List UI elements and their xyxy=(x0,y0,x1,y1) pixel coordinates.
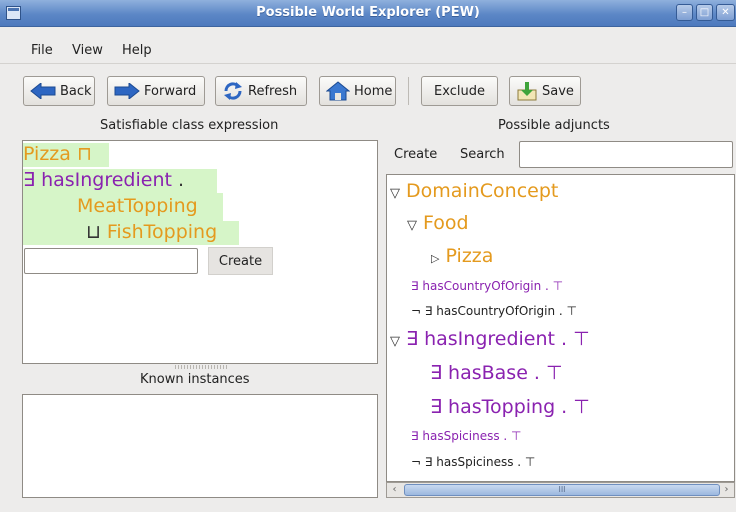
expr-fish-line: ⊔ FishTopping xyxy=(86,221,217,243)
scroll-thumb[interactable]: III xyxy=(404,484,720,496)
save-label: Save xyxy=(542,83,574,99)
tree-node-domainconcept[interactable]: ▽ DomainConcept xyxy=(390,180,558,202)
create-adjunct-button[interactable]: Create xyxy=(394,147,437,162)
scroll-right-icon[interactable]: › xyxy=(719,483,734,497)
maximize-icon[interactable]: □ xyxy=(696,4,713,21)
tree-node-not-has-spiciness[interactable]: ¬ ∃ hasSpiciness . ⊤ xyxy=(411,455,535,469)
home-label: Home xyxy=(354,83,393,99)
known-instances-list[interactable] xyxy=(22,394,378,498)
scroll-left-icon[interactable]: ‹ xyxy=(387,483,402,497)
tree-node-label: DomainConcept xyxy=(406,180,559,202)
toolbar-separator xyxy=(408,77,409,105)
tree-node-has-base[interactable]: ∃ hasBase . ⊤ xyxy=(430,362,563,384)
possible-adjuncts-header: Possible adjuncts xyxy=(498,118,610,133)
collapsed-triangle-icon[interactable]: ▷ xyxy=(431,252,439,265)
title-bar: Possible World Explorer (PEW) – □ ✕ xyxy=(0,0,736,27)
expr-and-operator: ⊓ xyxy=(76,143,92,165)
tree-node-has-country[interactable]: ∃ hasCountryOfOrigin . ⊤ xyxy=(411,279,563,293)
expr-meat-line: MeatTopping xyxy=(77,195,198,217)
expr-or-operator: ⊔ xyxy=(86,221,101,243)
tree-node-pizza[interactable]: ▷ Pizza xyxy=(431,245,493,267)
search-input[interactable] xyxy=(519,141,733,168)
tree-node-not-has-country[interactable]: ¬ ∃ hasCountryOfOrigin . ⊤ xyxy=(411,304,577,318)
home-icon xyxy=(326,81,350,101)
back-label: Back xyxy=(60,83,92,99)
toolbar: Back Forward Refresh Home Exclude Save xyxy=(0,64,736,114)
expr-restriction-line: ∃ hasIngredient . xyxy=(23,169,217,193)
window-title: Possible World Explorer (PEW) xyxy=(256,5,480,20)
expr-pizza[interactable]: Pizza xyxy=(23,143,71,165)
expanded-triangle-icon[interactable]: ▽ xyxy=(390,186,400,201)
save-button[interactable]: Save xyxy=(509,76,581,106)
menu-help[interactable]: Help xyxy=(122,43,152,58)
tree-node-food[interactable]: ▽ Food xyxy=(407,212,469,234)
expr-exists: ∃ xyxy=(23,169,36,191)
menu-file[interactable]: File xyxy=(31,43,53,58)
refresh-icon xyxy=(224,82,242,100)
menu-view[interactable]: View xyxy=(72,43,103,58)
create-class-input[interactable] xyxy=(24,248,198,274)
create-class-button[interactable]: Create xyxy=(208,247,273,275)
expr-dot: . xyxy=(178,169,185,191)
tree-node-label: ∃ hasIngredient . ⊤ xyxy=(406,328,590,350)
tree-node-has-ingredient[interactable]: ▽ ∃ hasIngredient . ⊤ xyxy=(390,328,590,350)
forward-label: Forward xyxy=(144,83,197,99)
exclude-button[interactable]: Exclude xyxy=(421,76,498,106)
expr-meat-topping[interactable]: MeatTopping xyxy=(77,195,198,217)
tree-node-has-spiciness[interactable]: ∃ hasSpiciness . ⊤ xyxy=(411,429,522,443)
refresh-label: Refresh xyxy=(248,83,298,99)
menu-bar: File View Help xyxy=(0,28,736,64)
expr-pizza-line: Pizza ⊓ xyxy=(23,143,109,167)
save-icon xyxy=(517,82,537,101)
forward-arrow-icon xyxy=(114,83,140,99)
back-arrow-icon xyxy=(30,83,56,99)
minimize-icon[interactable]: – xyxy=(676,4,693,21)
splitter-grip[interactable] xyxy=(175,365,227,369)
exclude-label: Exclude xyxy=(434,83,485,99)
refresh-button[interactable]: Refresh xyxy=(215,76,307,106)
forward-button[interactable]: Forward xyxy=(107,76,205,106)
tree-node-has-topping[interactable]: ∃ hasTopping . ⊤ xyxy=(430,396,590,418)
back-button[interactable]: Back xyxy=(23,76,95,106)
tree-node-label: Pizza xyxy=(445,245,494,267)
close-icon[interactable]: ✕ xyxy=(716,4,735,21)
horizontal-scrollbar[interactable]: ‹ III › xyxy=(386,482,735,498)
expr-fish-topping[interactable]: FishTopping xyxy=(107,221,217,243)
create-class-label: Create xyxy=(218,253,263,269)
expanded-triangle-icon[interactable]: ▽ xyxy=(407,218,417,233)
known-instances-header: Known instances xyxy=(140,372,250,387)
satisfiable-header: Satisfiable class expression xyxy=(100,118,279,133)
expanded-triangle-icon[interactable]: ▽ xyxy=(390,334,400,349)
search-button[interactable]: Search xyxy=(460,147,505,162)
tree-node-label: Food xyxy=(423,212,469,234)
expr-has-ingredient[interactable]: hasIngredient xyxy=(41,169,172,191)
home-button[interactable]: Home xyxy=(319,76,396,106)
